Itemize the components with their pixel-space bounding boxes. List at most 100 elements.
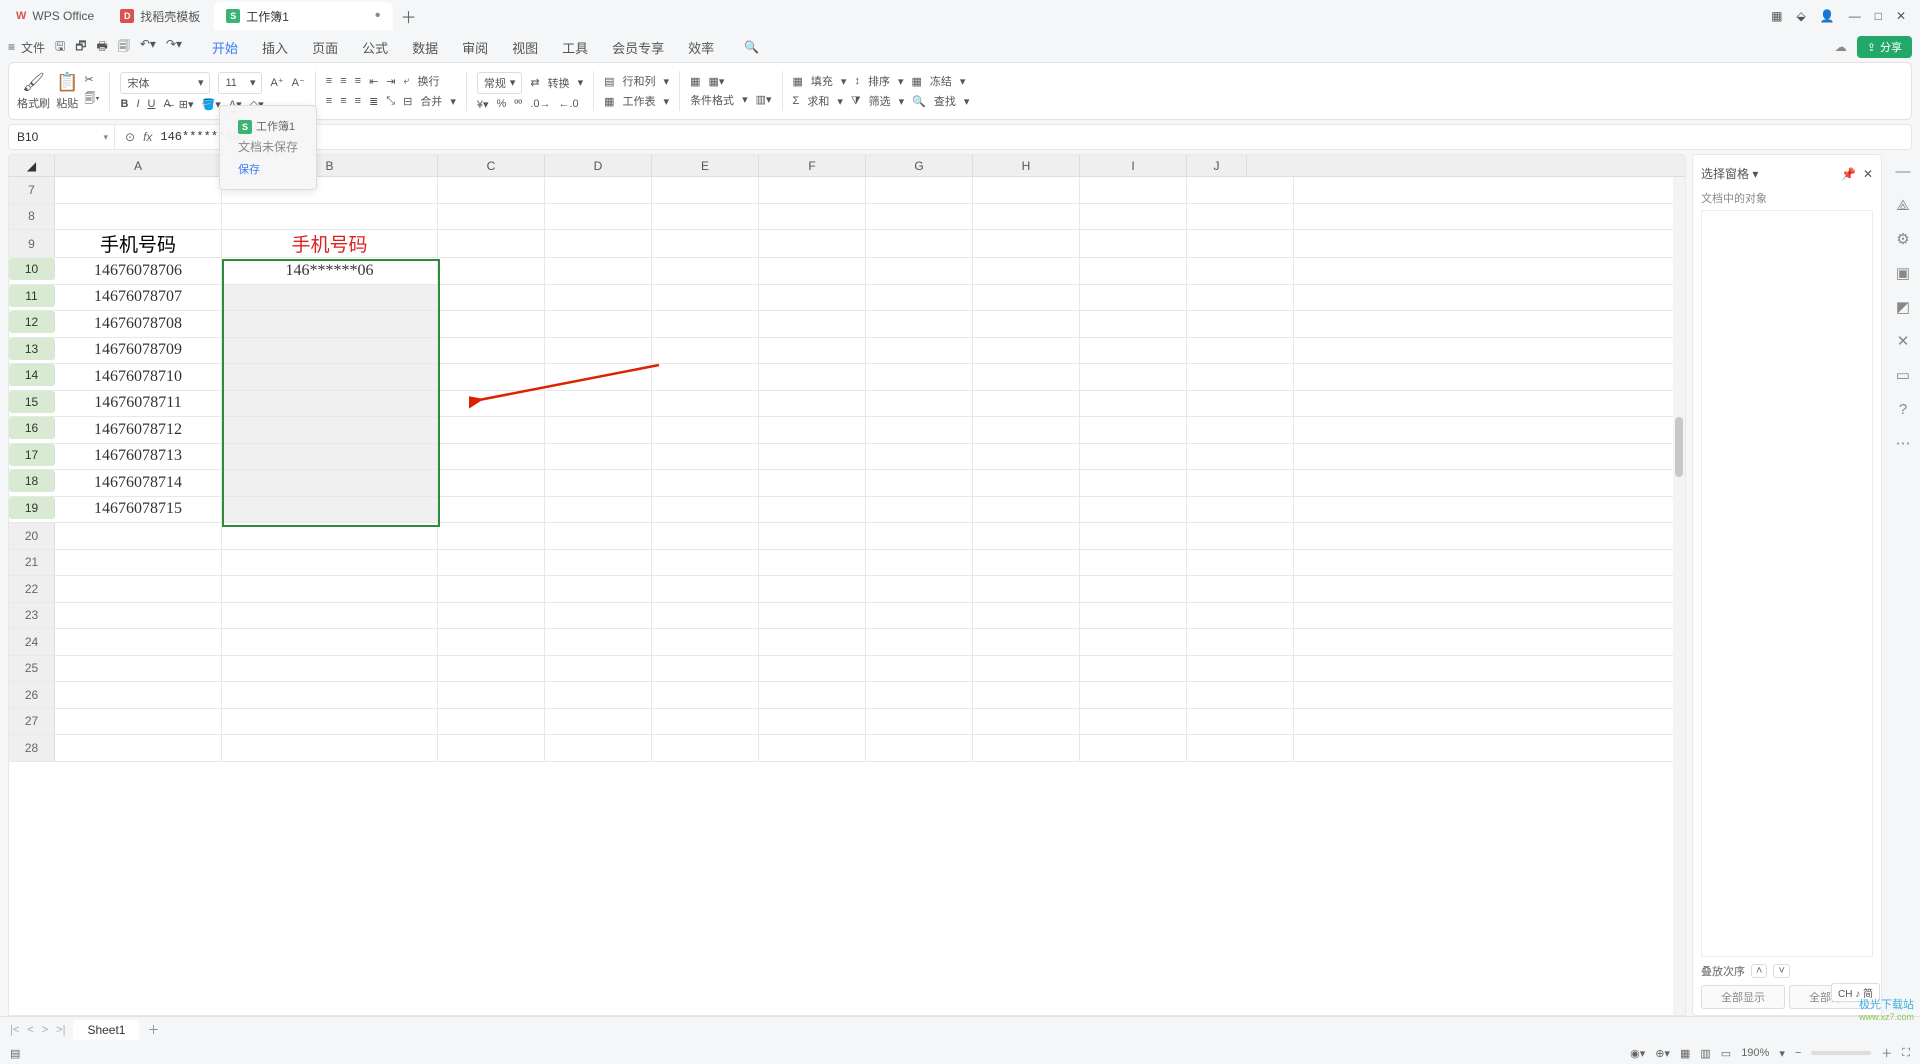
cell[interactable]: [545, 709, 652, 735]
decimal-dec-icon[interactable]: ←.0: [559, 98, 579, 110]
cell[interactable]: [866, 204, 973, 230]
col-header-h[interactable]: H: [973, 155, 1080, 176]
fullscreen-icon[interactable]: ⛶: [1902, 1047, 1910, 1060]
cell[interactable]: [973, 364, 1080, 390]
increase-font-icon[interactable]: A⁺: [270, 76, 283, 89]
cell[interactable]: 14676078710: [55, 364, 222, 390]
border-icon[interactable]: ⊞▾: [179, 98, 194, 111]
menu-page[interactable]: 页面: [300, 34, 350, 61]
clear-format-icon[interactable]: ◇▾: [250, 98, 264, 111]
cell[interactable]: 14676078712: [55, 417, 222, 443]
cell[interactable]: [438, 285, 545, 311]
avatar-icon[interactable]: 👤: [1820, 9, 1835, 23]
col-header-e[interactable]: E: [652, 155, 759, 176]
cell[interactable]: [1187, 709, 1294, 735]
cell[interactable]: [222, 444, 438, 470]
cell[interactable]: [545, 470, 652, 496]
zoom-slider[interactable]: [1811, 1051, 1871, 1055]
cell[interactable]: [222, 417, 438, 443]
cell[interactable]: [866, 258, 973, 284]
cell[interactable]: [55, 550, 222, 576]
undo-icon[interactable]: ↶▾: [140, 37, 156, 58]
italic-icon[interactable]: I: [136, 98, 139, 110]
find-icon[interactable]: 🔍: [912, 95, 926, 108]
row-header[interactable]: 25: [9, 656, 55, 682]
cell[interactable]: [1187, 230, 1294, 257]
cell[interactable]: [1080, 735, 1187, 761]
cell[interactable]: [973, 629, 1080, 655]
cell[interactable]: [759, 177, 866, 203]
cell[interactable]: [973, 311, 1080, 337]
cell[interactable]: [973, 230, 1080, 257]
cell[interactable]: [973, 338, 1080, 364]
cell[interactable]: [438, 497, 545, 523]
cell[interactable]: [759, 285, 866, 311]
print-icon[interactable]: 🖶: [97, 37, 108, 58]
cell[interactable]: [545, 550, 652, 576]
cell[interactable]: [545, 629, 652, 655]
redo-icon[interactable]: ↷▾: [166, 37, 182, 58]
target-icon[interactable]: ⊕▾: [1655, 1047, 1670, 1060]
col-header-f[interactable]: F: [759, 155, 866, 176]
cell[interactable]: [866, 338, 973, 364]
sheet-nav-last[interactable]: >|: [56, 1024, 65, 1036]
cell[interactable]: [55, 735, 222, 761]
export-icon[interactable]: 🗗: [75, 37, 86, 58]
cell[interactable]: [55, 629, 222, 655]
cell[interactable]: [866, 177, 973, 203]
cell[interactable]: [866, 391, 973, 417]
zoom-in-icon[interactable]: ＋: [1881, 1045, 1892, 1061]
cell[interactable]: [222, 709, 438, 735]
cell[interactable]: [1080, 444, 1187, 470]
cell[interactable]: [545, 338, 652, 364]
row-header[interactable]: 8: [9, 204, 55, 230]
cell[interactable]: [438, 338, 545, 364]
cell[interactable]: [1080, 364, 1187, 390]
rail-settings-icon[interactable]: ⚙: [1894, 230, 1912, 248]
cell[interactable]: [1187, 550, 1294, 576]
cell[interactable]: [759, 470, 866, 496]
rail-more-icon[interactable]: ⋯: [1894, 434, 1912, 452]
cell[interactable]: [438, 417, 545, 443]
cell[interactable]: [759, 258, 866, 284]
cell[interactable]: [222, 629, 438, 655]
share-button[interactable]: ⇪ 分享: [1857, 36, 1912, 58]
cell[interactable]: [438, 470, 545, 496]
cell[interactable]: [759, 523, 866, 549]
cell[interactable]: [652, 735, 759, 761]
rail-help-icon[interactable]: ?: [1894, 400, 1912, 418]
cell[interactable]: [652, 391, 759, 417]
cell[interactable]: [973, 177, 1080, 203]
cell[interactable]: [1080, 497, 1187, 523]
cell[interactable]: [973, 204, 1080, 230]
underline-icon[interactable]: U: [148, 98, 156, 110]
sort-icon[interactable]: ↕: [854, 75, 860, 87]
rowcol-icon[interactable]: ▤: [604, 75, 614, 88]
cell[interactable]: [866, 656, 973, 682]
cell[interactable]: [438, 735, 545, 761]
align-middle-icon[interactable]: ≡: [340, 75, 346, 87]
cell[interactable]: [545, 285, 652, 311]
cell[interactable]: [866, 576, 973, 602]
number-format-select[interactable]: 常规▾: [477, 72, 523, 94]
cell[interactable]: [759, 338, 866, 364]
close-button[interactable]: ✕: [1896, 9, 1906, 23]
cell[interactable]: [652, 682, 759, 708]
fill-icon[interactable]: ▦: [793, 75, 803, 88]
cell[interactable]: [1187, 391, 1294, 417]
menu-insert[interactable]: 插入: [250, 34, 300, 61]
row-header[interactable]: 9: [9, 230, 55, 257]
rail-layer-icon[interactable]: ▣: [1894, 264, 1912, 282]
menu-formula[interactable]: 公式: [350, 34, 400, 61]
cell[interactable]: [55, 682, 222, 708]
menu-review[interactable]: 审阅: [450, 34, 500, 61]
eye-icon[interactable]: ◉▾: [1630, 1047, 1645, 1060]
cut-icon[interactable]: ✂: [84, 73, 93, 86]
cell[interactable]: [55, 656, 222, 682]
cell[interactable]: [759, 550, 866, 576]
indent-decrease-icon[interactable]: ⇤: [369, 75, 378, 88]
cell[interactable]: [866, 735, 973, 761]
copy-icon[interactable]: 🗐▾: [84, 90, 99, 109]
objects-list[interactable]: [1701, 210, 1873, 957]
show-all-button[interactable]: 全部显示: [1701, 985, 1785, 1009]
